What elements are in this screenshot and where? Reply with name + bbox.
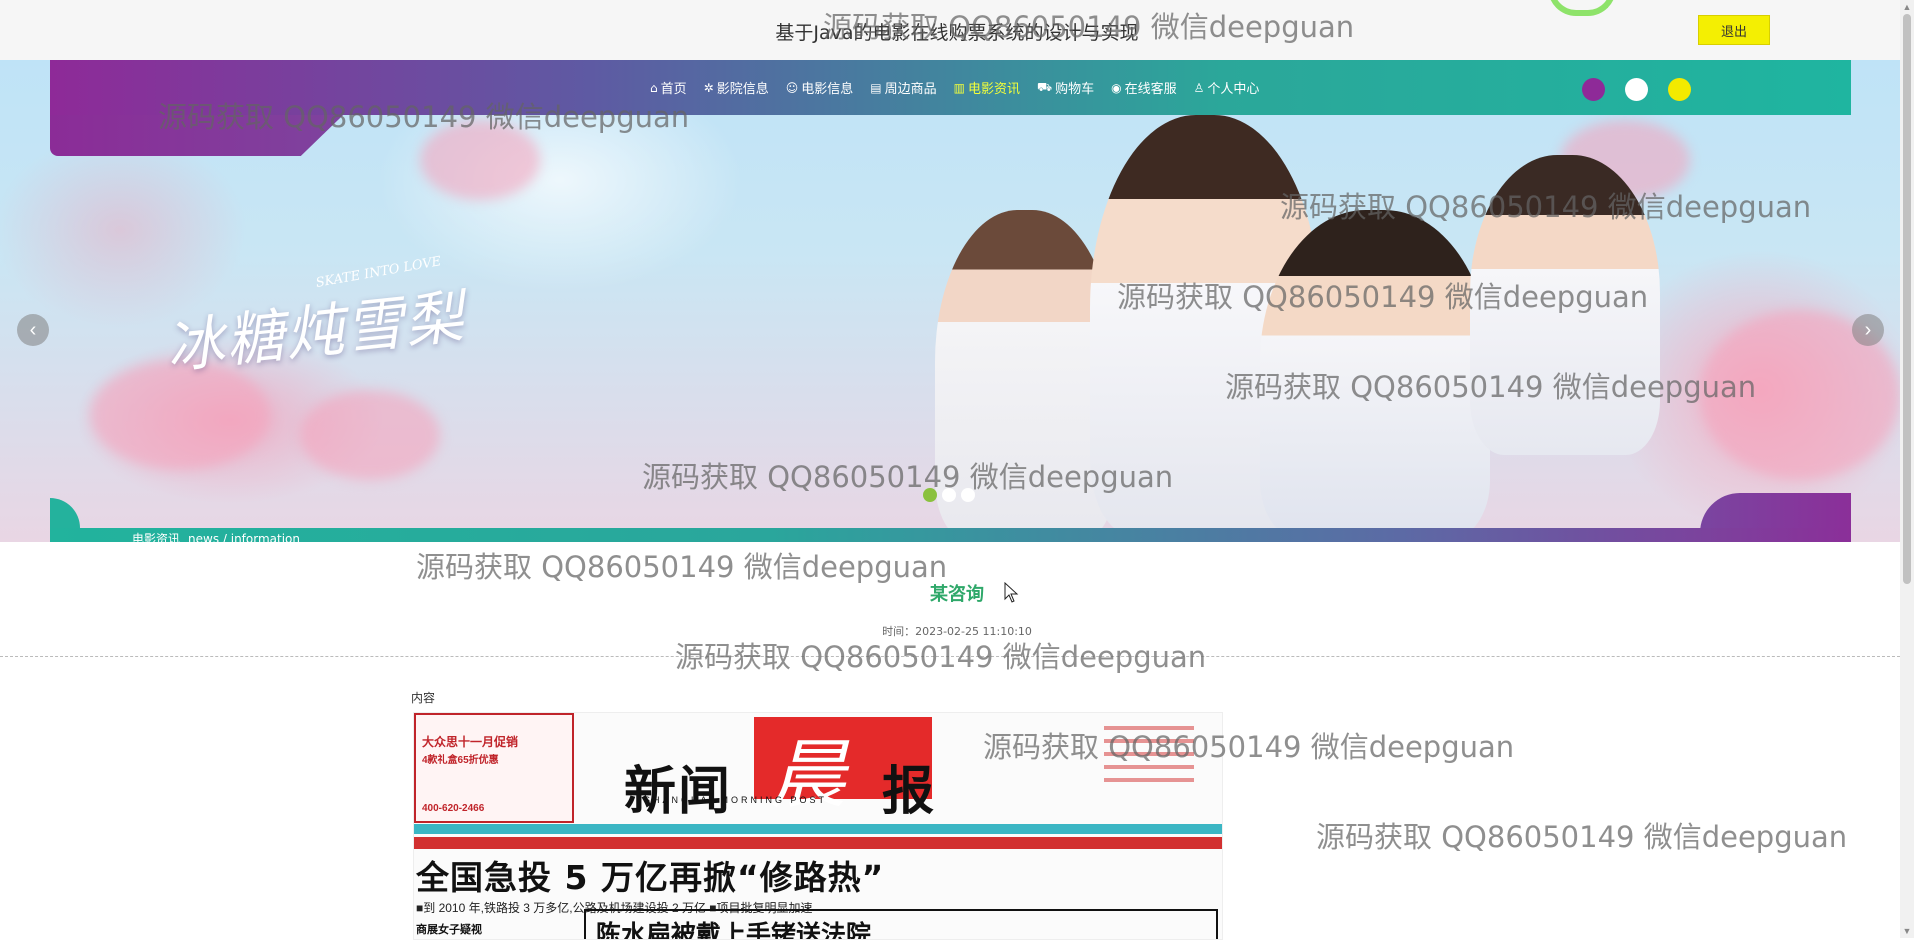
- ad-phone: 400-620-2466: [422, 803, 485, 814]
- nav-item-6[interactable]: ◉ 在线客服: [1111, 78, 1177, 98]
- goods-icon: ▤: [870, 80, 882, 95]
- service-icon: ◉: [1111, 80, 1122, 95]
- cinema-icon: ✲: [703, 80, 714, 95]
- ad-line-2: 4款礼盒65折优惠: [422, 755, 499, 766]
- content-label: 内容: [411, 691, 436, 705]
- banner-bottom-bar: [50, 528, 1851, 542]
- scroll-up-icon[interactable]: ▲: [1901, 1, 1913, 13]
- masthead-highlight: 晨: [770, 730, 846, 819]
- boxed-headline-text: 陈水扁被戴上手铐送法院: [596, 920, 872, 940]
- nav-item-label: 首页: [660, 82, 687, 97]
- nav-item-7[interactable]: ♙ 个人中心: [1193, 78, 1260, 98]
- article-time: 时间：2023-02-25 11:10:10: [882, 625, 1032, 638]
- logout-button[interactable]: 退出: [1698, 15, 1770, 45]
- breadcrumb: 电影资讯 news / information: [132, 530, 308, 542]
- decorative-blob: [1548, 0, 1616, 16]
- hero-banner: SKATE INTO LOVE 冰糖炖雪梨 ⌂ 首页 ✲ 影院信息 ☺ 电影信息 ▤ 周边商品…: [0, 60, 1914, 542]
- nav-item-label: 周边商品: [884, 82, 937, 97]
- carousel-dot[interactable]: [942, 488, 956, 502]
- main-nav: ⌂ 首页 ✲ 影院信息 ☺ 电影信息 ▤ 周边商品 ▥ 电影资讯 ⛟ 购物车 ◉ 在线客服 ♙ 个人中心: [50, 60, 1851, 115]
- scroll-down-icon[interactable]: ▼: [1901, 925, 1913, 937]
- newspaper-ad: 大众思十一月促销 4款礼盒65折优惠 400-620-2466: [414, 713, 574, 823]
- banner-bottom-tab: [50, 498, 80, 530]
- theme-swatch-white[interactable]: [1625, 78, 1648, 101]
- blossom-decoration: [420, 120, 540, 200]
- nav-menu: ⌂ 首页 ✲ 影院信息 ☺ 电影信息 ▤ 周边商品 ▥ 电影资讯 ⛟ 购物车 ◉ 在线客服 ♙ 个人中心: [650, 78, 1276, 98]
- masthead-subtitle: SHANGHAI MORNING POST: [644, 795, 828, 805]
- top-header: 基于Java的电影在线购票系统的设计与实现 退出: [0, 0, 1914, 61]
- newspaper-teal-strip: [414, 824, 1222, 834]
- nav-item-label: 影院信息: [716, 82, 769, 97]
- nav-item-label: 购物车: [1055, 82, 1095, 97]
- actor-figure-middle: [1260, 210, 1490, 540]
- watermark-text: 源码获取 QQ86050149 微信deepguan: [1316, 820, 1848, 854]
- mouse-cursor-icon: [1004, 582, 1019, 603]
- carousel-indicators: [923, 488, 975, 502]
- cart-icon: ⛟: [1036, 79, 1053, 94]
- newspaper-small-text: 商展女子疑视: [416, 924, 482, 936]
- nav-item-4[interactable]: ▥ 电影资讯: [953, 78, 1020, 98]
- user-icon: ♙: [1193, 80, 1205, 95]
- blossom-decoration: [300, 390, 440, 480]
- carousel-prev-button[interactable]: ‹: [17, 314, 49, 346]
- newspaper-headline: 全国急投 5 万亿再掀“修路热”: [416, 858, 885, 897]
- nav-item-5[interactable]: ⛟ 购物车: [1036, 78, 1095, 98]
- article-image-newspaper: 大众思十一月促销 4款礼盒65折优惠 400-620-2466 新闻报 晨 SH…: [413, 712, 1223, 940]
- carousel-dot[interactable]: [961, 488, 975, 502]
- carousel-next-button[interactable]: ›: [1852, 314, 1884, 346]
- site-title: 基于Java的电影在线购票系统的设计与实现: [775, 22, 1139, 44]
- nav-item-1[interactable]: ✲ 影院信息: [703, 78, 769, 98]
- poster-title: 冰糖炖雪梨: [162, 282, 469, 382]
- watermark-text: 源码获取 QQ86050149 微信deepguan: [675, 640, 1207, 674]
- nav-item-0[interactable]: ⌂ 首页: [650, 78, 687, 98]
- breadcrumb-path: news / information: [188, 532, 300, 542]
- nav-item-label: 在线客服: [1124, 82, 1177, 97]
- newspaper-boxed-headline: 陈水扁被戴上手铐送法院: [584, 909, 1218, 940]
- theme-swatch-purple[interactable]: [1582, 78, 1605, 101]
- masthead-info: [1054, 717, 1214, 807]
- divider: [0, 656, 1900, 657]
- theme-swatch-yellow[interactable]: [1668, 78, 1691, 101]
- scrollbar-thumb[interactable]: [1903, 14, 1911, 584]
- movie-icon: ☺: [785, 80, 799, 95]
- newspaper-red-strip: [414, 837, 1222, 849]
- nav-item-label: 电影资讯: [967, 82, 1020, 97]
- breadcrumb-section: 电影资讯: [132, 532, 181, 542]
- nav-item-label: 电影信息: [801, 82, 854, 97]
- article-title: 某咨询: [930, 584, 984, 605]
- ad-line-1: 大众思十一月促销: [422, 735, 519, 749]
- news-icon: ▥: [953, 80, 965, 95]
- nav-item-label: 个人中心: [1207, 82, 1260, 97]
- carousel-dot[interactable]: [923, 488, 937, 502]
- nav-item-2[interactable]: ☺ 电影信息: [785, 78, 854, 98]
- home-icon: ⌂: [650, 80, 658, 95]
- nav-item-3[interactable]: ▤ 周边商品: [870, 78, 937, 98]
- banner-bottom-accent: [1700, 493, 1851, 533]
- actor-figure-right: [1470, 155, 1660, 455]
